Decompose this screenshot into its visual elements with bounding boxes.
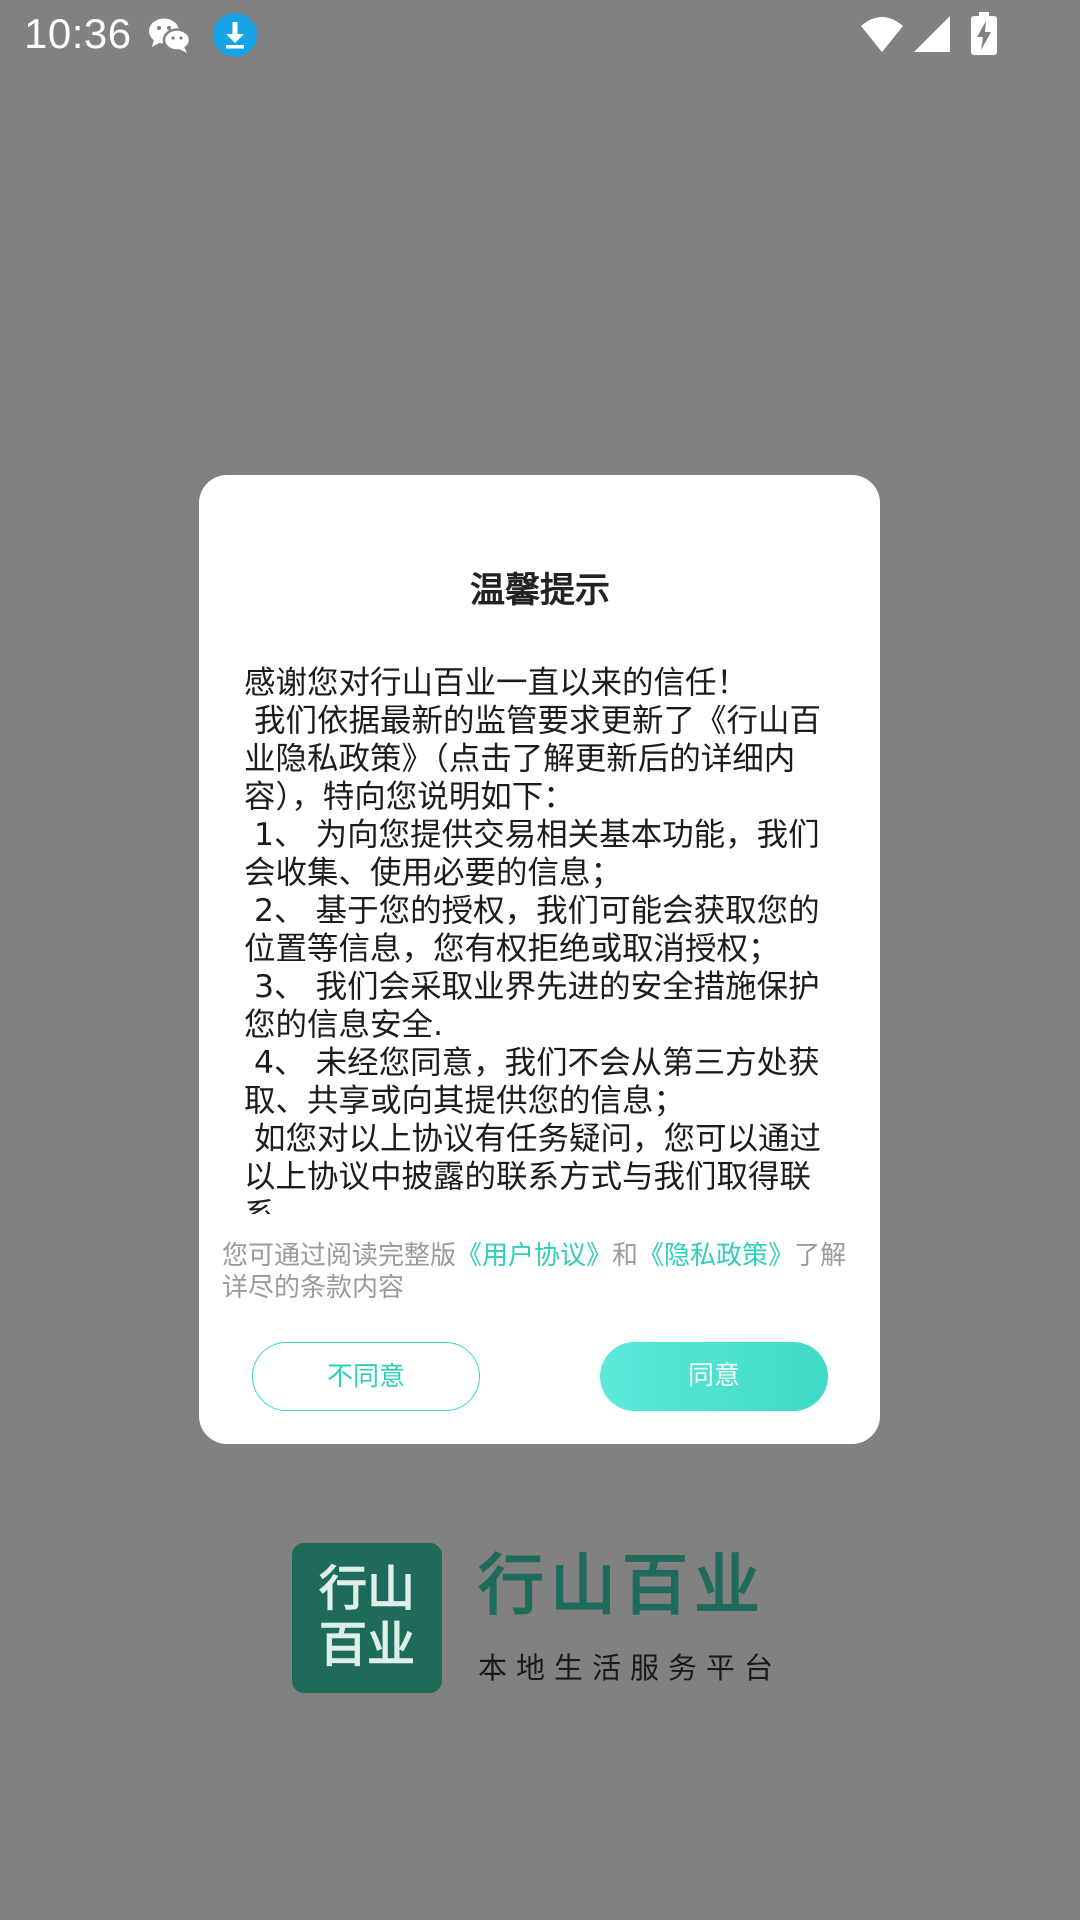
logo-name: 行山百业 [478,1547,766,1624]
privacy-policy-link[interactable]: 《隐私政策》 [638,1241,794,1271]
download-icon [212,12,258,62]
status-bar: 10:36 [0,0,1080,72]
note-prefix: 您可通过阅读完整版 [222,1241,457,1271]
dialog-paragraph: 1、 为向您提供交易相关基本功能，我们会收集、使用必要的信息； [244,817,820,891]
dialog-paragraph: 3、 我们会采取业界先进的安全措施保护您的信息安全. [244,969,820,1043]
battery-charging-icon [970,12,998,60]
status-time: 10:36 [24,10,132,57]
wifi-icon [860,14,904,58]
logo-slogan: 本地生活服务平台 [478,1651,783,1685]
agree-button[interactable]: 同意 [600,1342,828,1411]
wechat-icon [148,16,192,58]
dialog-paragraph: 如您对以上协议有任务疑问，您可以通过以上协议中披露的联系方式与我们取得联系 [244,1121,822,1214]
logo-mark-line: 行山 [318,1561,415,1617]
dialog-paragraph: 4、 未经您同意，我们不会从第三方处获取、共享或向其提供您的信息； [244,1045,820,1119]
logo-mark-line: 百业 [318,1617,415,1673]
disagree-button[interactable]: 不同意 [252,1342,480,1411]
logo-mark: 行山 百业 [292,1543,442,1693]
dialog-title: 温馨提示 [469,571,610,611]
dialog-paragraph: 2、 基于您的授权，我们可能会获取您的位置等信息，您有权拒绝或取消授权； [244,893,820,967]
logo-mark-text: 行山 百业 [292,1561,442,1673]
dialog-paragraph: 感谢您对行山百业一直以来的信任！ [244,665,749,701]
signal-icon [912,14,952,58]
dialog-body-scroll[interactable]: 感谢您对行山百业一直以来的信任！ 我们依据最新的监管要求更新了《行山百业隐私政策… [244,664,832,1214]
user-agreement-link[interactable]: 《用户协议》 [456,1241,612,1271]
dialog-paragraph: 我们依据最新的监管要求更新了《行山百业隐私政策》（点击了解更新后的详细内容），特… [244,703,822,815]
note-and: 和 [612,1241,639,1271]
agreement-note: 您可通过阅读完整版《用户协议》和《隐私政策》了解详尽的条款内容 [222,1240,872,1304]
